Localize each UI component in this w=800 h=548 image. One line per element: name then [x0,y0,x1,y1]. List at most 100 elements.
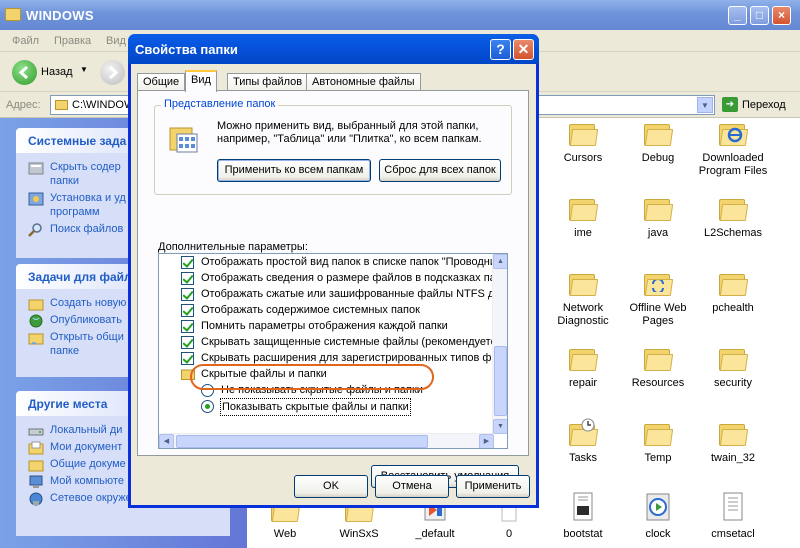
horizontal-scrollbar[interactable]: ◀ ▶ [159,433,494,448]
view-tab-panel: Представление папок Можно применить вид,… [137,90,529,488]
hide-contents-text: Скрыть содер [50,161,121,173]
file-item[interactable]: twain_32 [695,422,771,465]
go-arrow-icon: ➔ [722,97,738,112]
go-label: Переход [742,98,786,111]
explorer-title: WINDOWS [26,8,94,23]
file-item[interactable]: ime [545,197,621,240]
folder-icon [644,197,674,221]
forward-button[interactable] [100,60,125,85]
option-label: Помнить параметры отображения каждой пап… [201,320,448,332]
shared-folder-icon [28,333,44,345]
file-item[interactable]: Network Diagnostic [545,272,621,328]
menu-edit[interactable]: Правка [54,35,91,47]
tab-offline-files[interactable]: Автономные файлы [306,73,421,91]
option-label: Отображать простой вид папок в списке па… [201,256,496,268]
file-name: clock [645,528,671,540]
folder-icon [5,8,21,21]
scroll-down-icon[interactable]: ▼ [493,419,507,434]
file-name: Cursors [563,152,603,164]
file-name: Tasks [568,452,598,464]
file-item[interactable]: repair [545,347,621,390]
file-name: Web [273,528,297,540]
option-label: Отображать содержимое системных папок [201,304,420,316]
dialog-body: Общие Вид Типы файлов Автономные файлы П… [131,64,536,505]
file-item[interactable]: Offline Web Pages [620,272,696,328]
tab-general[interactable]: Общие [137,73,186,91]
checkbox[interactable] [181,352,194,365]
file-item[interactable]: pchealth [695,272,771,315]
file-item[interactable]: cmsetacl [695,492,771,541]
folder-icon [719,197,749,221]
address-dropdown-icon[interactable]: ▼ [697,97,713,113]
folder-views-icon [169,127,198,153]
folder-icon [719,347,749,371]
programs-icon [28,192,44,206]
help-button[interactable]: ? [490,39,511,60]
checkbox[interactable] [181,336,194,349]
menu-file[interactable]: Файл [12,35,39,47]
file-item[interactable]: java [620,197,696,240]
my-computer-text: Мой компьюте [50,475,124,487]
scroll-up-icon[interactable]: ▲ [493,254,507,269]
file-item[interactable]: Tasks [545,418,621,465]
reset-all-folders-button[interactable]: Сброс для всех папок [379,159,501,182]
scroll-thumb[interactable] [494,346,507,416]
file-item[interactable]: bootstat [545,492,621,541]
file-name: WinSxS [339,528,379,540]
minimize-button[interactable]: _ [728,6,747,25]
back-arrow-icon [18,65,29,80]
file-item[interactable]: Downloaded Program Files [695,122,771,178]
scroll-left-icon[interactable]: ◀ [159,434,174,448]
file-item[interactable]: Temp [620,422,696,465]
apply-to-all-folders-button[interactable]: Применить ко всем папкам [217,159,371,182]
file-item[interactable]: clock [620,492,696,541]
radio-button-selected[interactable] [201,400,214,413]
file-item[interactable]: Debug [620,122,696,165]
back-button[interactable] [12,60,37,85]
go-button[interactable]: ➔ Переход [722,97,786,112]
cancel-button[interactable]: Отмена [375,475,449,498]
file-item[interactable]: Resources [620,347,696,390]
folder-icon [569,197,599,221]
file-item[interactable]: security [695,347,771,390]
close-button[interactable]: ✕ [513,39,534,60]
checkbox[interactable] [181,272,194,285]
documents-folder-icon [28,441,44,455]
vertical-scrollbar[interactable]: ▲ ▼ [492,254,507,434]
apply-button[interactable]: Применить [456,475,530,498]
file-item[interactable]: L2Schemas [695,197,771,240]
checkbox[interactable] [181,288,194,301]
tab-file-types[interactable]: Типы файлов [227,73,309,91]
ok-button[interactable]: OK [294,475,368,498]
search-files-text: Поиск файлов [50,223,124,235]
back-dropdown-icon[interactable]: ▼ [80,65,88,74]
checkbox[interactable] [181,256,194,269]
checkbox[interactable] [181,304,194,317]
dat-file-icon [569,492,597,522]
folder-views-description: Можно применить вид, выбранный для этой … [217,120,482,145]
highlight-annotation [190,364,434,390]
close-button[interactable]: × [772,6,791,25]
back-label[interactable]: Назад [41,66,73,78]
file-name: 0 [505,528,513,540]
tab-view[interactable]: Вид [185,70,217,92]
file-name: Resources [631,377,685,389]
file-name: Temp [644,452,672,464]
offline-folder-icon [644,272,674,296]
drive-icon [28,428,44,436]
file-item[interactable]: Cursors [545,122,621,165]
shared-documents-text: Общие докуме [50,458,126,470]
file-name: cmsetacl [711,528,755,540]
hscroll-thumb[interactable] [176,435,428,448]
ie-folder-icon [719,122,749,146]
dialog-title: Свойства папки [135,42,238,57]
file-name: twain_32 [710,452,756,464]
folder-icon [569,122,599,146]
scroll-right-icon[interactable]: ▶ [479,434,494,448]
file-name: Offline Web Pages [629,302,687,327]
add-remove-text: Установка и уд [50,192,126,204]
checkbox[interactable] [181,320,194,333]
advanced-settings-list[interactable]: Отображать простой вид папок в списке па… [158,253,508,449]
maximize-button[interactable]: □ [750,6,769,25]
menu-view[interactable]: Вид [106,35,126,47]
